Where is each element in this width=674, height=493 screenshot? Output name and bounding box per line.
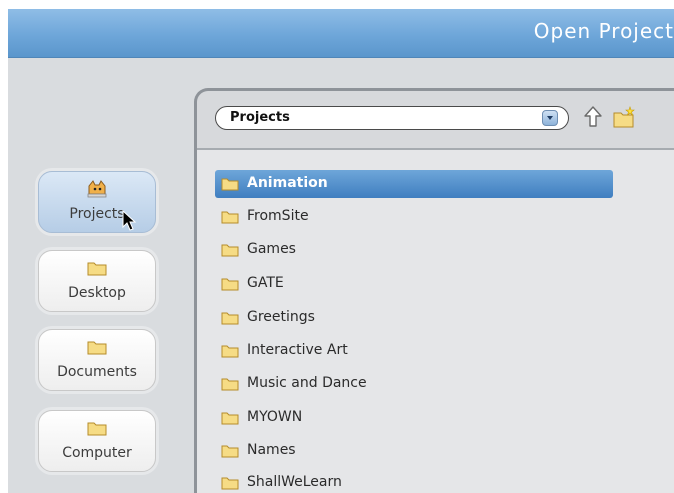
file-item-games[interactable]: Games — [215, 236, 613, 264]
sidebar-item-desktop[interactable]: Desktop — [38, 250, 156, 312]
folder-icon — [221, 278, 239, 291]
file-item-label: GATE — [247, 275, 284, 291]
file-item-label: Interactive Art — [247, 342, 348, 358]
sidebar-item-documents[interactable]: Documents — [38, 329, 156, 391]
folder-icon — [87, 422, 107, 436]
file-item-music-and-dance[interactable]: Music and Dance — [215, 370, 613, 398]
location-dropdown[interactable]: Projects — [215, 106, 569, 130]
title-bar: Open Project — [8, 9, 674, 58]
folder-icon — [221, 445, 239, 458]
folder-icon — [221, 345, 239, 358]
file-item-label: Games — [247, 241, 296, 257]
file-item-interactive-art[interactable]: Interactive Art — [215, 337, 613, 365]
sidebar-item-label: Documents — [57, 364, 137, 380]
file-item-gate[interactable]: GATE — [215, 270, 613, 298]
window-title: Open Project — [533, 19, 674, 43]
projects-cat-icon — [87, 180, 107, 198]
folder-icon — [221, 244, 239, 257]
file-browser-panel: Projects Animation FromSite Games GATE G… — [194, 88, 674, 493]
folder-icon — [221, 477, 239, 490]
sidebar-item-label: Desktop — [68, 285, 126, 301]
file-item-label: Names — [247, 442, 296, 458]
new-folder-icon[interactable] — [611, 104, 637, 130]
folder-icon — [87, 341, 107, 355]
sidebar-item-label: Computer — [62, 445, 132, 461]
file-item-label: ShallWeLearn — [247, 474, 342, 490]
sidebar-item-computer[interactable]: Computer — [38, 410, 156, 472]
browser-toolbar: Projects — [197, 91, 674, 147]
file-item-shallwelearn[interactable]: ShallWeLearn — [215, 469, 613, 493]
file-item-label: FromSite — [247, 208, 309, 224]
file-list: Animation FromSite Games GATE Greetings … — [197, 150, 674, 493]
file-item-label: Music and Dance — [247, 375, 367, 391]
sidebar-item-label: Projects — [69, 206, 125, 222]
file-item-label: Greetings — [247, 309, 315, 325]
sidebar-item-projects[interactable]: Projects — [38, 171, 156, 233]
folder-icon — [87, 262, 107, 276]
up-arrow-icon[interactable] — [582, 104, 604, 130]
file-item-greetings[interactable]: Greetings — [215, 304, 613, 332]
file-item-names[interactable]: Names — [215, 437, 613, 465]
folder-icon — [221, 178, 239, 191]
file-item-label: MYOWN — [247, 409, 303, 425]
folder-icon — [221, 211, 239, 224]
folder-icon — [221, 312, 239, 325]
folder-icon — [221, 378, 239, 391]
open-project-window: Open Project Projects Desktop Documents — [0, 0, 674, 493]
file-item-label: Animation — [247, 175, 328, 191]
location-value: Projects — [230, 110, 290, 125]
folder-icon — [221, 412, 239, 425]
file-item-fromsite[interactable]: FromSite — [215, 203, 613, 231]
dropdown-arrow-icon[interactable] — [542, 110, 558, 126]
file-item-animation[interactable]: Animation — [215, 170, 613, 198]
file-item-myown[interactable]: MYOWN — [215, 404, 613, 432]
